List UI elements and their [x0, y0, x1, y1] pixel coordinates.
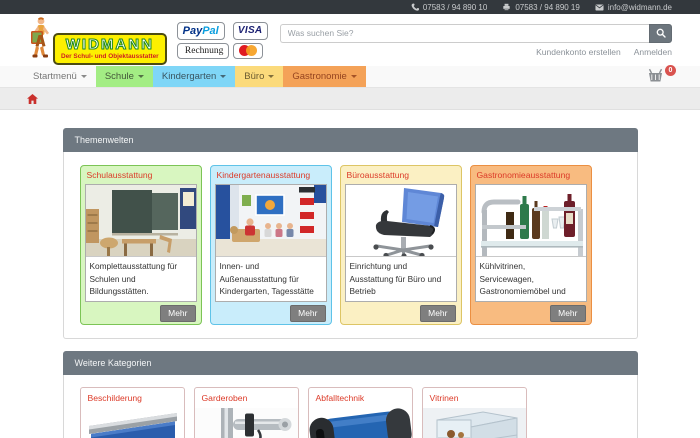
nav-item-kindergarten[interactable]: Kindergarten: [152, 66, 236, 87]
mehr-button[interactable]: Mehr: [160, 304, 196, 322]
logo-title: WIDMANN: [65, 35, 154, 53]
fax-number: 07583 / 94 890 19: [515, 2, 580, 12]
search-icon: [656, 26, 666, 41]
search-button[interactable]: [649, 23, 672, 43]
rechnung-badge: Rechnung: [176, 42, 229, 59]
home-icon[interactable]: [27, 93, 38, 104]
card-title: Schulausstattung: [86, 170, 153, 180]
card-bueroausstattung[interactable]: Büroausstattung Einrichtung und Ausstatt…: [339, 165, 462, 325]
waste-bin-photo: [308, 408, 412, 438]
themenwelten-panel: Themenwelten Schulausstattung Komplettau…: [62, 128, 638, 339]
basket-icon: [647, 68, 668, 88]
weitere-kategorien-header: Weitere Kategorien: [62, 351, 638, 375]
nav-item-gastronomie[interactable]: Gastronomie: [283, 66, 366, 87]
search-input[interactable]: [279, 23, 649, 43]
create-account-link[interactable]: Kundenkonto erstellen: [536, 47, 621, 57]
phone-icon: [411, 3, 419, 11]
classroom-photo: [85, 185, 196, 258]
chevron-down-icon: [80, 75, 87, 78]
card-gastronomieausstattung[interactable]: Gastronomieausstattung Kühlvitrinen, Ser…: [469, 165, 592, 325]
paypal-badge: Pay Pal: [176, 21, 225, 40]
card-garderoben[interactable]: Garderoben: [193, 387, 299, 438]
header: WIDMANN Der Schul- und Objektausstatter …: [0, 14, 700, 66]
nav-item-schule[interactable]: Schule: [95, 66, 153, 87]
display-case-photo: [422, 408, 526, 438]
fax-icon: [502, 3, 511, 11]
cart-count-badge: 0: [665, 65, 676, 76]
card-description: Innen- und Außenausstattung für Kinderga…: [219, 261, 314, 301]
main-content: Themenwelten Schulausstattung Komplettau…: [0, 110, 700, 438]
fax-contact: 07583 / 94 890 19: [502, 3, 580, 12]
payment-badges: Pay Pal VISA Rechnung: [176, 21, 268, 59]
logo-subtitle: Der Schul- und Objektausstatter: [61, 52, 159, 60]
card-kindergartenausstattung[interactable]: Kindergartenausstattung Innen- und Außen…: [209, 165, 332, 325]
serving-cart-photo: [475, 185, 586, 258]
chevron-down-icon: [220, 75, 227, 78]
themenwelten-header: Themenwelten: [62, 128, 638, 152]
card-abfalltechnik[interactable]: Abfalltechnik: [307, 387, 413, 438]
card-beschilderung[interactable]: Beschilderung: [79, 387, 185, 438]
card-title: Abfalltechnik: [315, 393, 365, 403]
chevron-down-icon: [350, 75, 357, 78]
card-vitrinen[interactable]: Vitrinen: [421, 387, 527, 438]
coat-rack-photo: [194, 408, 298, 438]
kindergarten-photo: [215, 185, 326, 258]
office-chair-photo: [345, 185, 456, 258]
login-link[interactable]: Anmelden: [634, 47, 672, 57]
card-title: Garderoben: [201, 393, 248, 403]
card-description: Einrichtung und Ausstattung für Büro und…: [349, 261, 442, 297]
card-title: Kindergartenausstattung: [216, 170, 311, 180]
card-description: Komplettausstattung für Schulen und Bild…: [89, 261, 178, 297]
shop-logo[interactable]: WIDMANN Der Schul- und Objektausstatter: [28, 16, 167, 65]
mascot-figure-icon: [28, 16, 52, 65]
card-title: Büroausstattung: [346, 170, 410, 180]
weitere-kategorien-body: Beschilderung Garderoben Abfalltechnik V…: [62, 375, 638, 438]
mehr-button[interactable]: Mehr: [290, 304, 326, 322]
logo-box: WIDMANN Der Schul- und Objektausstatter: [53, 32, 167, 65]
card-title: Vitrinen: [429, 393, 459, 403]
phone-contact: 07583 / 94 890 10: [411, 2, 488, 12]
card-schulausstattung[interactable]: Schulausstattung Komplettausstattung für…: [79, 165, 202, 325]
nav-item-buero[interactable]: Büro: [235, 66, 284, 87]
phone-number: 07583 / 94 890 10: [422, 2, 488, 12]
weitere-kategorien-panel: Weitere Kategorien Beschilderung Gardero…: [62, 351, 638, 438]
chevron-down-icon: [137, 75, 144, 78]
email-contact[interactable]: info@widmann.de: [595, 3, 672, 12]
mastercard-badge: [232, 42, 263, 59]
email-address: info@widmann.de: [607, 2, 672, 12]
visa-badge: VISA: [232, 21, 268, 40]
main-navigation: Startmenü Schule Kindergarten Büro Gastr…: [0, 65, 700, 89]
sign-holder-photo: [80, 408, 184, 438]
mehr-button[interactable]: Mehr: [420, 304, 456, 322]
mail-icon: [595, 4, 604, 11]
account-links: Kundenkonto erstellen Anmelden: [280, 47, 672, 57]
nav-item-startmenu[interactable]: Startmenü: [24, 66, 96, 87]
card-title: Gastronomieausstattung: [476, 170, 571, 180]
top-contact-bar: 07583 / 94 890 10 07583 / 94 890 19 info…: [0, 0, 700, 14]
chevron-down-icon: [268, 75, 275, 78]
mehr-button[interactable]: Mehr: [550, 304, 586, 322]
card-description: Kühlvitrinen, Servicewagen, Gastronomiem…: [479, 261, 566, 301]
breadcrumb: [0, 88, 700, 110]
card-title: Beschilderung: [87, 393, 142, 403]
search-area: Kundenkonto erstellen Anmelden: [279, 23, 672, 57]
cart-button[interactable]: 0: [647, 65, 676, 89]
themenwelten-body: Schulausstattung Komplettausstattung für…: [62, 152, 638, 339]
